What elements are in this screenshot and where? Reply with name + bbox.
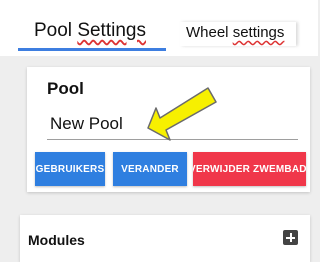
tab-pool-settings-label-1: Pool [34,20,73,41]
pool-card: Pool GEBRUIKERS VERANDER VERWIJDER ZWEMB… [27,67,310,192]
pool-card-title: Pool [47,79,84,98]
tab-pool-settings-label-2: Settings [77,20,146,41]
tab-wheel-settings-label-2: settings [232,24,285,41]
tab-wheel-settings[interactable]: Wheel settings [180,22,296,46]
modules-card: Modules [20,215,310,262]
tab-bar: Pool Settings Wheel settings [0,0,318,56]
active-tab-indicator [18,48,166,51]
change-button[interactable]: VERANDER [113,152,187,186]
plus-square-icon[interactable] [283,230,298,245]
pool-name-input[interactable] [47,109,298,140]
users-button[interactable]: GEBRUIKERS [35,152,105,186]
tab-wheel-settings-label-1: Wheel [186,24,229,41]
delete-pool-button[interactable]: VERWIJDER ZWEMBAD [193,152,306,186]
tab-pool-settings[interactable]: Pool Settings [34,20,146,42]
modules-title: Modules [28,232,85,248]
